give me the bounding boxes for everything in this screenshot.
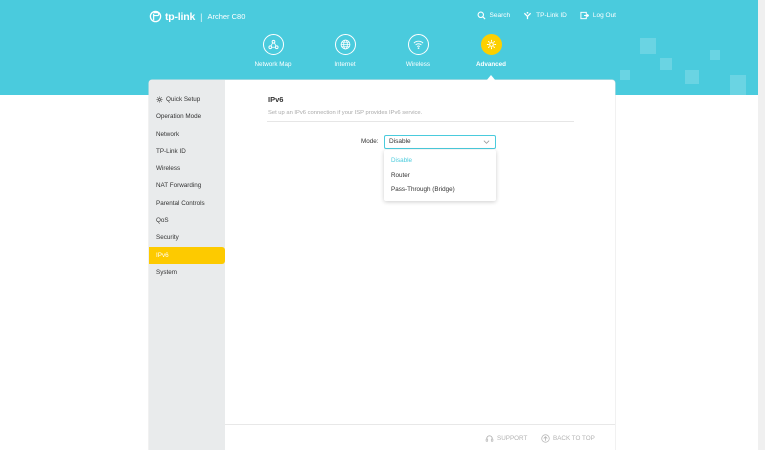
sidebar-item-label: System <box>156 268 177 276</box>
sidebar-item-label: Parental Controls <box>156 199 205 207</box>
tplink-logo-icon <box>149 10 162 23</box>
search-label: Search <box>489 12 511 19</box>
globe-icon <box>334 34 356 55</box>
gear-icon <box>480 34 502 55</box>
scrollbar[interactable] <box>758 0 765 450</box>
sidebar-item-network[interactable]: Network <box>149 126 225 143</box>
footer: SUPPORT BACK TO TOP <box>225 424 615 450</box>
mode-option-router[interactable]: Router <box>384 169 496 184</box>
support-label: SUPPORT <box>497 435 528 442</box>
nav-active-pointer <box>486 75 496 81</box>
nav-network-map[interactable]: Network Map <box>238 34 308 68</box>
support-link[interactable]: SUPPORT <box>485 434 527 443</box>
back-to-top-link[interactable]: BACK TO TOP <box>541 434 595 443</box>
mode-option-disable[interactable]: Disable <box>384 154 496 169</box>
nav-label: Advanced <box>475 61 507 68</box>
main-panel: Quick Setup Operation Mode Network TP-Li… <box>149 80 615 450</box>
mode-label: Mode: <box>361 138 379 145</box>
brand-logo: tp-link | Archer C80 <box>149 10 245 23</box>
sidebar-item-label: TP-Link ID <box>156 147 186 155</box>
sidebar-item-label: QoS <box>156 217 169 225</box>
nav-label: Network Map <box>254 61 292 68</box>
sidebar-item-system[interactable]: System <box>149 264 225 281</box>
mode-select-value: Disable <box>389 138 411 145</box>
sidebar-item-wireless[interactable]: Wireless <box>149 160 225 177</box>
page-title: IPv6 <box>268 95 284 104</box>
mode-option-pass-through[interactable]: Pass-Through (Bridge) <box>384 183 496 198</box>
sidebar-item-label: IPv6 <box>156 251 169 259</box>
back-to-top-label: BACK TO TOP <box>553 435 595 442</box>
chevron-down-icon <box>483 140 490 144</box>
nav-internet[interactable]: Internet <box>310 34 380 68</box>
sidebar-item-label: Operation Mode <box>156 113 202 121</box>
mode-select[interactable]: Disable <box>384 135 496 149</box>
tplink-id-label: TP-Link ID <box>536 12 567 19</box>
divider <box>267 121 574 122</box>
mode-dropdown: Disable Router Pass-Through (Bridge) <box>384 150 496 201</box>
nav-label: Wireless <box>405 61 431 68</box>
sidebar-item-nat-forwarding[interactable]: NAT Forwarding <box>149 177 225 194</box>
main-nav: Network Map Internet Wireless Advanced <box>0 34 765 84</box>
logout-icon <box>580 11 589 20</box>
sidebar-item-ipv6[interactable]: IPv6 <box>149 246 225 264</box>
page-subtitle: Set up an IPv6 connection if your ISP pr… <box>268 110 423 116</box>
top-links: Search TP-Link ID Log Out <box>477 11 616 20</box>
router-model: Archer C80 <box>207 12 246 21</box>
arrow-up-icon <box>541 434 550 443</box>
nav-wireless[interactable]: Wireless <box>383 34 453 68</box>
nav-advanced[interactable]: Advanced <box>456 34 526 68</box>
nav-label: Internet <box>334 61 356 68</box>
tplink-id-link[interactable]: TP-Link ID <box>523 11 567 20</box>
sidebar-item-label: NAT Forwarding <box>156 182 202 190</box>
search-icon <box>477 11 486 20</box>
sidebar-item-parental-controls[interactable]: Parental Controls <box>149 195 225 212</box>
sidebar: Quick Setup Operation Mode Network TP-Li… <box>149 80 225 450</box>
sidebar-item-label: Security <box>156 234 179 242</box>
search-link[interactable]: Search <box>477 11 511 20</box>
sidebar-item-tplink-id[interactable]: TP-Link ID <box>149 143 225 160</box>
sidebar-item-qos[interactable]: QoS <box>149 212 225 229</box>
content-area: IPv6 Set up an IPv6 connection if your I… <box>225 80 615 450</box>
sidebar-item-security[interactable]: Security <box>149 229 225 246</box>
headset-icon <box>485 435 494 442</box>
gear-icon <box>156 96 163 103</box>
sidebar-item-quick-setup[interactable]: Quick Setup <box>149 91 225 108</box>
sidebar-item-label: Quick Setup <box>166 96 201 103</box>
wifi-icon <box>407 34 429 55</box>
sidebar-item-label: Wireless <box>156 165 181 173</box>
brand-separator: | <box>200 11 203 22</box>
sidebar-item-label: Network <box>156 130 180 138</box>
sidebar-item-operation-mode[interactable]: Operation Mode <box>149 108 225 125</box>
tplink-id-icon <box>524 11 532 20</box>
logout-label: Log Out <box>592 12 616 19</box>
logout-link[interactable]: Log Out <box>580 11 616 20</box>
network-map-icon <box>262 34 284 55</box>
brand-name: tp-link <box>165 10 196 23</box>
